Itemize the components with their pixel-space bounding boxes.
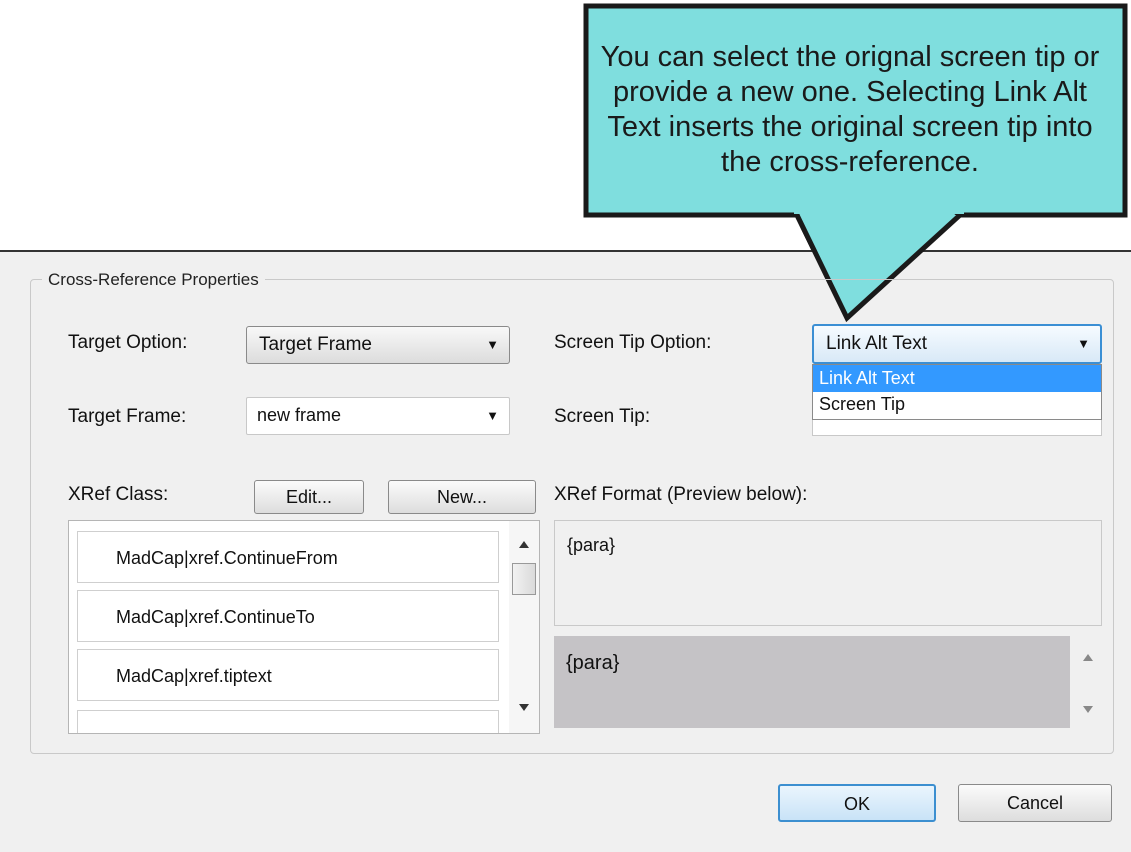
target-frame-select[interactable]: new frame ▼ — [246, 397, 510, 435]
xref-format-textarea[interactable]: {para} — [554, 520, 1102, 626]
list-item[interactable]: MadCap|xref.ContinueFrom — [77, 531, 499, 583]
new-button[interactable]: New... — [388, 480, 536, 514]
scroll-up-icon[interactable] — [1083, 654, 1093, 661]
screen-tip-label: Screen Tip: — [554, 406, 651, 427]
screen-tip-option-label: Screen Tip Option: — [554, 332, 712, 353]
dropdown-option-screen-tip[interactable]: Screen Tip — [813, 392, 1101, 419]
preview-scrollbar[interactable] — [1074, 636, 1102, 728]
xref-format-preview: {para} — [554, 636, 1070, 728]
list-item[interactable]: MadCap|xref.tiptext — [77, 649, 499, 701]
dropdown-option-link-alt-text[interactable]: Link Alt Text — [813, 365, 1101, 392]
screen-tip-dropdown: Link Alt Text Screen Tip — [812, 364, 1102, 420]
ok-button[interactable]: OK — [778, 784, 936, 822]
scroll-up-icon[interactable] — [519, 541, 529, 548]
target-option-label: Target Option: — [68, 332, 188, 353]
chevron-down-icon: ▼ — [486, 337, 499, 352]
target-frame-value: new frame — [257, 405, 342, 425]
list-item[interactable] — [77, 710, 499, 733]
group-title: Cross-Reference Properties — [42, 270, 265, 290]
target-option-select[interactable]: Target Frame ▼ — [246, 326, 510, 364]
edit-button[interactable]: Edit... — [254, 480, 364, 514]
screen-tip-option-select[interactable]: Link Alt Text ▼ — [812, 324, 1102, 364]
scroll-thumb[interactable] — [512, 563, 536, 595]
scroll-down-icon[interactable] — [519, 704, 529, 711]
xref-class-list: MadCap|xref.ContinueFrom MadCap|xref.Con… — [68, 520, 540, 734]
scroll-down-icon[interactable] — [1083, 706, 1093, 713]
scrollbar[interactable] — [509, 521, 539, 733]
chevron-down-icon: ▼ — [1077, 336, 1090, 351]
xref-format-label: XRef Format (Preview below): — [554, 484, 808, 505]
cancel-button[interactable]: Cancel — [958, 784, 1112, 822]
screen-tip-option-value: Link Alt Text — [826, 333, 928, 354]
chevron-down-icon: ▼ — [486, 408, 499, 423]
xref-class-label: XRef Class: — [68, 484, 169, 505]
target-option-value: Target Frame — [259, 334, 372, 355]
list-item[interactable]: MadCap|xref.ContinueTo — [77, 590, 499, 642]
target-frame-label: Target Frame: — [68, 406, 187, 427]
screen-tip-input[interactable] — [812, 420, 1102, 436]
